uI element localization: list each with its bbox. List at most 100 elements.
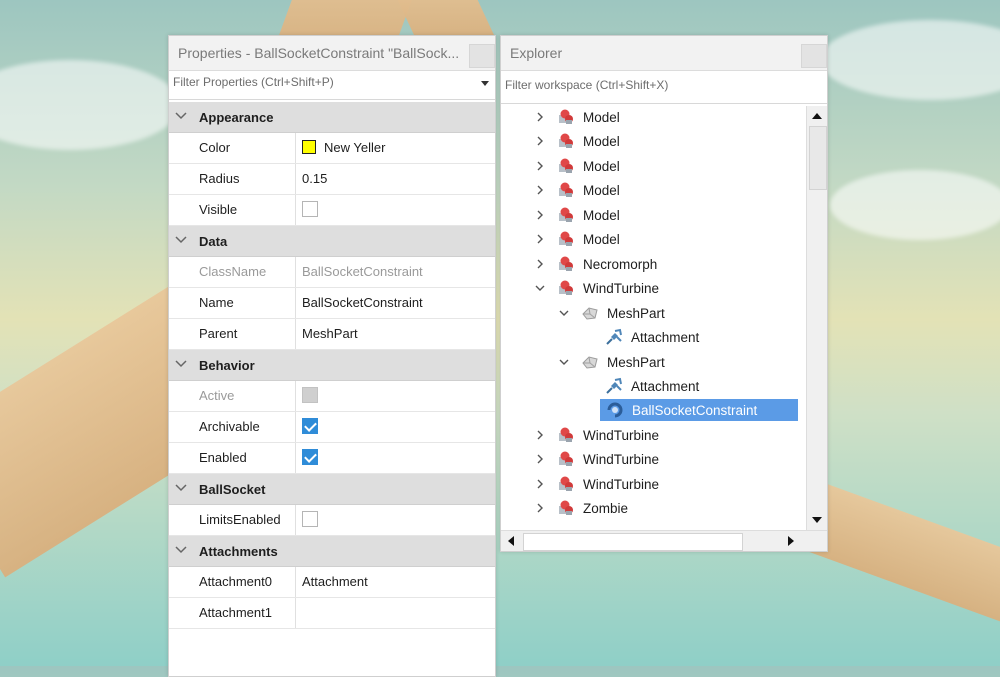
property-row-attachment1[interactable]: Attachment1 <box>169 598 495 629</box>
explorer-vertical-scrollbar[interactable] <box>806 106 827 530</box>
chevron-right-icon[interactable] <box>533 477 547 491</box>
tree-node-attachment[interactable]: Attachment <box>581 375 699 397</box>
property-row-limitsenabled[interactable]: LimitsEnabled <box>169 505 495 536</box>
category-appearance[interactable]: Appearance <box>169 102 495 133</box>
chevron-down-icon[interactable] <box>557 355 571 369</box>
tree-node-windturbine[interactable]: WindTurbine <box>533 448 659 470</box>
tree-node-label: MeshPart <box>607 305 665 321</box>
property-row-name[interactable]: Name BallSocketConstraint <box>169 288 495 319</box>
properties-filter <box>169 71 495 100</box>
chevron-down-icon[interactable] <box>175 484 187 492</box>
chevron-right-icon[interactable] <box>533 428 547 442</box>
property-name: Enabled <box>199 450 247 465</box>
tree-node-zombie[interactable]: Zombie <box>533 497 628 519</box>
tree-node-model[interactable]: Model <box>533 228 620 250</box>
property-value[interactable]: BallSocketConstraint <box>302 295 423 310</box>
scroll-right-button[interactable] <box>781 531 801 551</box>
model-icon <box>559 451 573 466</box>
property-row-archivable[interactable]: Archivable <box>169 412 495 443</box>
property-row-radius[interactable]: Radius 0.15 <box>169 164 495 195</box>
property-value[interactable]: Attachment <box>302 574 368 589</box>
tree-node-meshpart[interactable]: MeshPart <box>557 302 665 324</box>
property-row-attachment0[interactable]: Attachment0 Attachment <box>169 567 495 598</box>
arrow-right-icon <box>788 536 794 546</box>
chevron-right-icon[interactable] <box>533 110 547 124</box>
chevron-down-icon[interactable] <box>557 306 571 320</box>
explorer-title: Explorer <box>510 45 563 61</box>
chevron-right-icon[interactable] <box>533 501 547 515</box>
property-name: Color <box>199 140 231 155</box>
enabled-checkbox[interactable] <box>302 449 318 465</box>
color-swatch[interactable] <box>302 140 316 154</box>
chevron-right-icon[interactable] <box>533 183 547 197</box>
tree-node-model[interactable]: Model <box>533 130 620 152</box>
tree-node-windturbine[interactable]: WindTurbine <box>533 424 659 446</box>
chevron-right-icon[interactable] <box>533 134 547 148</box>
property-name: Attachment1 <box>199 605 272 620</box>
model-icon <box>559 427 573 442</box>
property-row-color[interactable]: Color New Yeller <box>169 133 495 164</box>
chevron-right-icon[interactable] <box>533 452 547 466</box>
properties-titlebar[interactable]: Properties - BallSocketConstraint "BallS… <box>169 36 495 71</box>
chevron-down-icon[interactable] <box>175 546 187 554</box>
category-label: Behavior <box>199 358 255 373</box>
archivable-checkbox[interactable] <box>302 418 318 434</box>
meshpart-icon <box>582 307 598 320</box>
property-value[interactable]: MeshPart <box>302 326 358 341</box>
explorer-horizontal-scrollbar[interactable] <box>501 530 827 551</box>
property-row-visible[interactable]: Visible <box>169 195 495 226</box>
category-ballsocket[interactable]: BallSocket <box>169 474 495 505</box>
tree-node-label: Model <box>583 182 620 198</box>
chevron-right-icon[interactable] <box>533 159 547 173</box>
active-checkbox <box>302 387 318 403</box>
color-value-text: New Yeller <box>324 140 386 155</box>
property-value[interactable]: New Yeller <box>302 140 385 155</box>
model-icon <box>559 231 573 246</box>
chevron-right-icon[interactable] <box>533 208 547 222</box>
tree-node-model[interactable]: Model <box>533 204 620 226</box>
chevron-down-icon[interactable] <box>175 360 187 368</box>
chevron-right-icon[interactable] <box>533 232 547 246</box>
horizontal-scroll-thumb[interactable] <box>523 533 743 551</box>
tree-node-model[interactable]: Model <box>533 155 620 177</box>
model-icon <box>559 476 573 491</box>
property-row-parent[interactable]: Parent MeshPart <box>169 319 495 350</box>
chevron-down-icon[interactable] <box>175 236 187 244</box>
tree-node-label: Model <box>583 158 620 174</box>
scroll-up-button[interactable] <box>807 106 827 126</box>
scroll-down-button[interactable] <box>807 510 827 530</box>
explorer-titlebar[interactable]: Explorer <box>501 36 827 71</box>
category-data[interactable]: Data <box>169 226 495 257</box>
chevron-right-icon[interactable] <box>533 257 547 271</box>
property-value[interactable]: 0.15 <box>302 171 327 186</box>
properties-list: Appearance Color New Yeller Radius 0.15 … <box>169 102 495 676</box>
category-attachments[interactable]: Attachments <box>169 536 495 567</box>
scroll-thumb[interactable] <box>809 126 827 190</box>
properties-filter-input[interactable] <box>173 75 463 89</box>
attachment-icon <box>606 328 622 345</box>
category-behavior[interactable]: Behavior <box>169 350 495 381</box>
tree-node-windturbine[interactable]: WindTurbine <box>533 277 659 299</box>
visible-checkbox[interactable] <box>302 201 318 217</box>
property-row-enabled[interactable]: Enabled <box>169 443 495 474</box>
tree-node-attachment[interactable]: Attachment <box>581 326 699 348</box>
filter-dropdown-icon[interactable] <box>481 81 489 86</box>
chevron-down-icon[interactable] <box>533 281 547 295</box>
tree-node-ballsocketconstraint[interactable]: BallSocketConstraint <box>600 399 798 421</box>
model-icon <box>559 280 573 295</box>
chevron-down-icon[interactable] <box>175 112 187 120</box>
properties-close-button[interactable] <box>469 44 495 68</box>
tree-node-meshpart[interactable]: MeshPart <box>557 351 665 373</box>
tree-node-model[interactable]: Model <box>533 179 620 201</box>
model-icon <box>559 256 573 271</box>
property-name: Active <box>199 388 235 403</box>
tree-node-label: Necromorph <box>583 256 658 272</box>
explorer-filter-input[interactable] <box>505 78 799 92</box>
tree-node-necromorph[interactable]: Necromorph <box>533 253 657 275</box>
explorer-filter <box>501 71 827 104</box>
tree-node-model[interactable]: Model <box>533 106 620 128</box>
explorer-close-button[interactable] <box>801 44 827 68</box>
limitsenabled-checkbox[interactable] <box>302 511 318 527</box>
tree-node-windturbine[interactable]: WindTurbine <box>533 473 659 495</box>
scroll-left-button[interactable] <box>501 531 521 551</box>
